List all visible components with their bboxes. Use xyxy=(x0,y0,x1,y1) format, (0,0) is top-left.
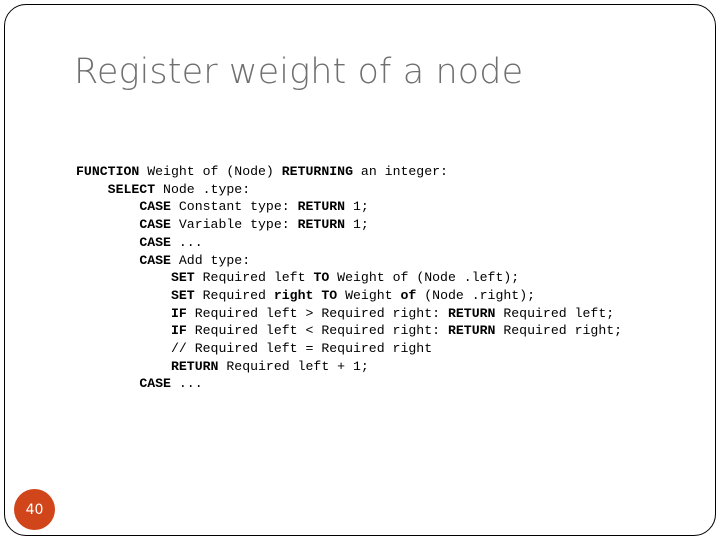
code-keyword: IF xyxy=(170,323,187,339)
code-line: SET Required right TO Weight of (Node .r… xyxy=(76,287,706,305)
code-text: ... xyxy=(170,376,203,392)
slide: Register weight of a node FUNCTION Weigh… xyxy=(0,0,720,540)
code-text: Variable type: xyxy=(170,217,298,233)
code-keyword: RETURN xyxy=(297,199,346,215)
code-text: ... xyxy=(170,234,203,250)
code-keyword: RETURN xyxy=(447,323,496,339)
code-line: RETURN Required left + 1; xyxy=(76,358,706,376)
code-keyword: IF xyxy=(170,305,187,321)
code-line: IF Required left < Required right: RETUR… xyxy=(76,322,706,340)
code-text: Required left + 1; xyxy=(218,358,369,374)
code-text: Add type: xyxy=(170,252,251,268)
code-keyword: SET xyxy=(170,287,195,303)
code-line: SET Required left TO Weight of (Node .le… xyxy=(76,269,706,287)
code-keyword: RETURN xyxy=(297,217,346,233)
code-text: // Required left = Required right xyxy=(76,341,433,357)
slide-number-badge: 40 xyxy=(14,489,55,530)
code-keyword: right xyxy=(273,287,314,303)
code-keyword: RETURN xyxy=(170,358,219,374)
code-line: IF Required left > Required right: RETUR… xyxy=(76,305,706,323)
code-line: SELECT Node .type: xyxy=(76,181,706,199)
code-text: Constant type: xyxy=(170,199,298,215)
code-text: 1; xyxy=(345,217,369,233)
code-keyword: SELECT xyxy=(107,181,156,197)
code-text: 1; xyxy=(345,199,369,215)
code-keyword: CASE xyxy=(139,376,171,392)
code-text: Required left; xyxy=(495,305,615,321)
code-text: Node .type: xyxy=(155,181,251,197)
code-line: CASE Constant type: RETURN 1; xyxy=(76,198,706,216)
code-line: FUNCTION Weight of (Node) RETURNING an i… xyxy=(76,163,706,181)
code-line: CASE Variable type: RETURN 1; xyxy=(76,216,706,234)
code-line: CASE ... xyxy=(76,375,706,393)
code-keyword: CASE xyxy=(139,217,171,233)
code-text: Weight of (Node) xyxy=(139,164,282,179)
code-keyword: TO xyxy=(321,287,338,303)
code-text: Required left xyxy=(194,270,314,286)
code-line: CASE Add type: xyxy=(76,252,706,270)
code-keyword: SET xyxy=(170,270,195,286)
code-keyword: CASE xyxy=(139,199,171,215)
code-line: // Required left = Required right xyxy=(76,340,706,358)
code-text: Required left > Required right: xyxy=(186,305,448,321)
code-keyword: CASE xyxy=(139,234,171,250)
code-text: (Node .right); xyxy=(416,287,536,303)
code-line: CASE ... xyxy=(76,234,706,252)
page-title: Register weight of a node xyxy=(74,52,524,92)
code-keyword: of xyxy=(400,287,417,303)
code-block: FUNCTION Weight of (Node) RETURNING an i… xyxy=(76,163,706,393)
slide-number-label: 40 xyxy=(25,501,44,518)
code-text: Weight of (Node .left); xyxy=(329,270,520,286)
code-text: Weight xyxy=(337,287,401,303)
code-text: Required right; xyxy=(495,323,623,339)
code-keyword: TO xyxy=(313,270,330,286)
code-text: an integer: xyxy=(353,164,448,179)
code-text: Required left < Required right: xyxy=(186,323,448,339)
code-keyword: RETURNING xyxy=(281,164,353,179)
code-text: Required xyxy=(194,287,274,303)
code-keyword: FUNCTION xyxy=(76,164,140,179)
code-keyword: RETURN xyxy=(447,305,496,321)
code-keyword: CASE xyxy=(139,252,171,268)
